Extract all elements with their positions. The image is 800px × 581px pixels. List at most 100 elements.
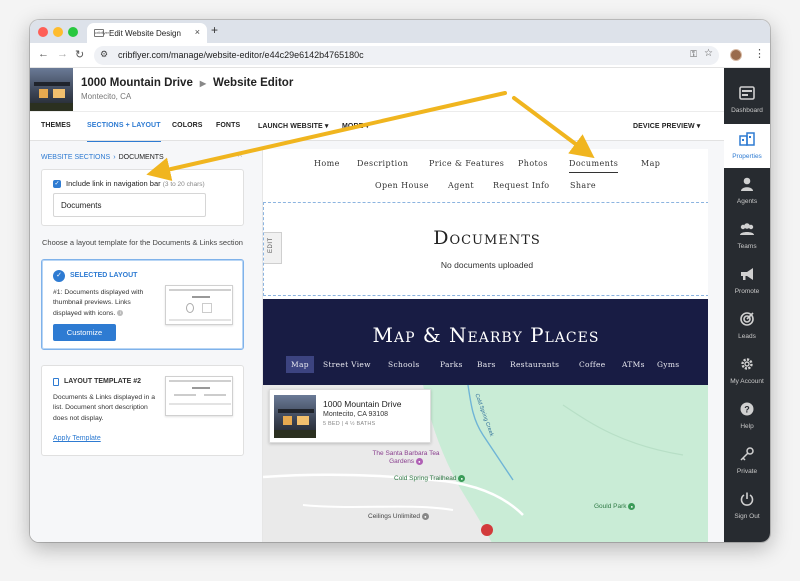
password-key-icon[interactable]: ⚿ [690, 49, 697, 60]
close-window-button[interactable] [38, 27, 48, 37]
map-view[interactable]: Cold Spring Creek 1000 Mountain Drive Mo… [263, 385, 708, 542]
documents-title: Documents [433, 227, 541, 249]
site-nav-documents[interactable]: Documents [569, 159, 619, 173]
include-nav-label[interactable]: Include link in navigation bar (3 to 20 … [66, 179, 205, 188]
minimize-window-button[interactable] [53, 27, 63, 37]
poi-cold-spring-trailhead[interactable]: Cold Spring Trailhead ● [394, 475, 466, 482]
sidebar-label: Teams [737, 243, 757, 250]
browser-tab[interactable]: cribflyer Edit Website Design × [87, 23, 207, 43]
new-tab-button[interactable]: + [211, 23, 218, 37]
map-tab-atms[interactable]: ATMs [622, 360, 645, 369]
property-location: Montecito, CA [81, 92, 132, 101]
map-tab-bars[interactable]: Bars [477, 360, 496, 369]
sidebar-item-sign-out[interactable]: Sign Out [724, 484, 770, 528]
close-panel-icon[interactable]: × [237, 150, 243, 161]
app-page: 1000 Mountain Drive ▶ Website Editor Mon… [30, 68, 770, 542]
poi-pin-icon: ● [628, 503, 636, 510]
breadcrumb-separator: › [113, 154, 116, 161]
url-text: cribflyer.com/manage/website-editor/e44c… [118, 50, 364, 60]
profile-avatar[interactable] [730, 49, 742, 61]
poi-tea-gardens[interactable]: The Santa Barbara Tea Gardens ● [366, 450, 446, 466]
info-icon[interactable]: i [117, 310, 124, 317]
sidebar-label: Dashboard [731, 107, 763, 114]
sidebar-item-dashboard[interactable]: Dashboard [724, 78, 770, 122]
device-preview-dropdown[interactable]: DEVICE PREVIEW ▾ [633, 122, 700, 130]
target-icon [740, 312, 754, 326]
sidebar-label: My Account [730, 378, 764, 385]
poi-gould-park[interactable]: Gould Park ● [594, 503, 636, 510]
browser-menu-icon[interactable]: ⋮ [754, 47, 765, 60]
gear-icon [741, 358, 753, 370]
site-nav-description[interactable]: Description [357, 159, 408, 168]
maximize-window-button[interactable] [68, 27, 78, 37]
map-tab-restaurants[interactable]: Restaurants [510, 360, 559, 369]
site-nav-home[interactable]: Home [314, 159, 340, 168]
sidebar-item-agents[interactable]: Agents [724, 169, 770, 213]
sidebar-label: Promote [734, 288, 760, 295]
address-bar-row: ← → ↻ ⚙ cribflyer.com/manage/website-edi… [30, 43, 770, 68]
documents-empty-message: No documents uploaded [440, 260, 534, 270]
apply-template-link[interactable]: Apply Template [53, 435, 101, 442]
poi-pin-icon: ● [421, 513, 429, 520]
site-nav-agent[interactable]: Agent [448, 181, 474, 190]
back-icon[interactable]: ← [38, 48, 49, 60]
site-info-icon[interactable]: ⚙ [100, 49, 108, 60]
site-nav-open-house[interactable]: Open House [375, 181, 429, 190]
poi-ceilings-unlimited[interactable]: Ceilings Unlimited ● [368, 513, 429, 520]
map-tab-parks[interactable]: Parks [440, 360, 463, 369]
breadcrumb-current: DOCUMENTS [118, 154, 164, 161]
map-tab-map[interactable]: Map [286, 356, 314, 373]
tab-more[interactable]: MORE ▾ [342, 122, 369, 130]
property-title[interactable]: 1000 Mountain Drive [81, 77, 193, 89]
nav-label-input[interactable] [53, 193, 206, 217]
property-map-card[interactable]: 1000 Mountain Drive Montecito, CA 93108 … [269, 389, 431, 443]
map-section-header: Map & Nearby Places Map Street View Scho… [263, 299, 708, 385]
sidebar-item-my-account[interactable]: My Account [724, 349, 770, 393]
tab-title: Edit Website Design [109, 28, 181, 38]
site-nav-share[interactable]: Share [570, 181, 596, 190]
include-nav-checkbox[interactable]: ✓ [53, 180, 61, 188]
key-icon [740, 447, 754, 461]
section-title: Website Editor [213, 77, 294, 89]
tab-sections-layout[interactable]: SECTIONS + LAYOUT [87, 122, 161, 143]
map-tab-street-view[interactable]: Street View [323, 360, 371, 369]
tab-fonts[interactable]: FONTS [216, 122, 240, 129]
browser-window: cribflyer Edit Website Design × + ← → ↻ … [30, 20, 770, 542]
tab-launch-website[interactable]: LAUNCH WEBSITE ▾ [258, 122, 328, 130]
documents-section[interactable]: EDIT Documents No documents uploaded [263, 202, 708, 296]
tab-themes[interactable]: THEMES [41, 122, 71, 129]
sidebar-item-teams[interactable]: Teams [724, 214, 770, 258]
tab-strip: cribflyer Edit Website Design × + [30, 20, 770, 43]
breadcrumb-website-sections[interactable]: WEBSITE SECTIONS [41, 154, 110, 161]
sidebar-item-help[interactable]: ? Help [724, 394, 770, 438]
url-bar[interactable]: ⚙ cribflyer.com/manage/website-editor/e4… [94, 46, 719, 65]
include-nav-hint: (3 to 20 chars) [162, 181, 205, 188]
poi-pin-icon: ● [458, 475, 466, 482]
power-icon [740, 492, 754, 506]
site-nav-photos[interactable]: Photos [518, 159, 548, 168]
map-tab-gyms[interactable]: Gyms [657, 360, 679, 369]
bookmark-star-icon[interactable]: ☆ [704, 48, 713, 59]
sidebar-label: Private [736, 468, 758, 475]
website-preview: Home Description Price & Features Photos… [262, 149, 708, 542]
tab-colors[interactable]: COLORS [172, 122, 203, 129]
sidebar-label: Sign Out [734, 513, 760, 520]
sidebar-item-private[interactable]: Private [724, 439, 770, 483]
properties-icon [739, 132, 755, 146]
sidebar-item-properties[interactable]: Properties [724, 124, 770, 168]
close-tab-icon[interactable]: × [195, 27, 200, 37]
site-nav-map[interactable]: Map [641, 159, 660, 168]
selected-layout-card: ✓ SELECTED LAYOUT #1: Documents displaye… [41, 259, 244, 350]
selected-layout-title: SELECTED LAYOUT [70, 272, 138, 279]
map-card-address: Montecito, CA 93108 [323, 411, 388, 418]
sidebar-item-leads[interactable]: Leads [724, 304, 770, 348]
site-nav-request-info[interactable]: Request Info [493, 181, 550, 190]
map-tab-coffee[interactable]: Coffee [579, 360, 605, 369]
site-nav-price-features[interactable]: Price & Features [429, 159, 504, 168]
sidebar-item-promote[interactable]: Promote [724, 259, 770, 303]
customize-button[interactable]: Customize [53, 324, 116, 341]
map-card-name: 1000 Mountain Drive [323, 399, 402, 409]
reload-icon[interactable]: ↻ [75, 48, 84, 61]
forward-icon[interactable]: → [57, 48, 68, 60]
map-tab-schools[interactable]: Schools [388, 360, 420, 369]
